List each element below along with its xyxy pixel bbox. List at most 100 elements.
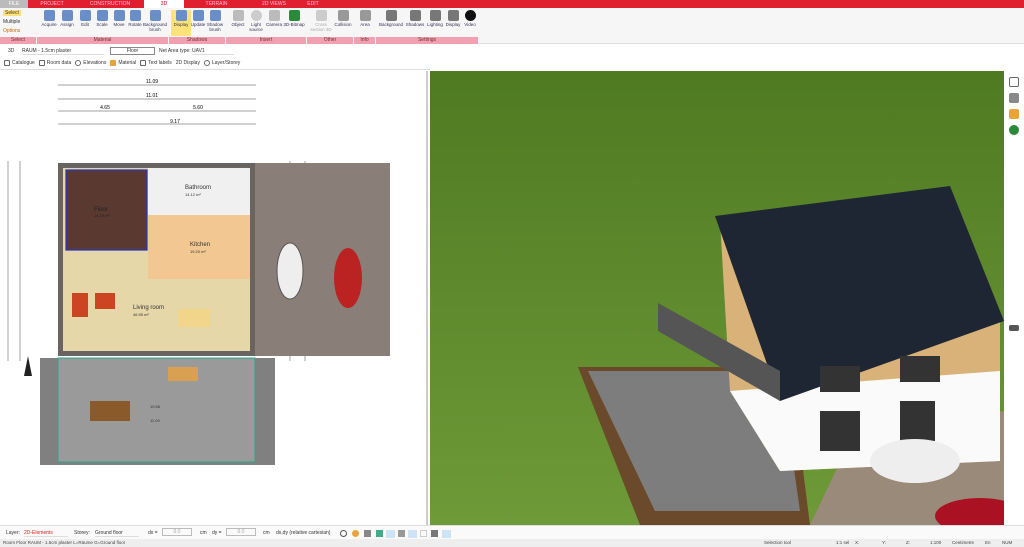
brush-icon [209, 10, 221, 21]
label: Acquire [41, 22, 57, 27]
property-bar: 3D RAUM - 1.5cm plaster Floor Net Area t… [0, 45, 430, 57]
house-icon [429, 10, 441, 21]
tab-project[interactable]: PROJECT [28, 0, 76, 8]
label: Elevations [83, 60, 107, 66]
label: Assign [60, 22, 74, 27]
room-name: Kitchen [190, 242, 210, 248]
grid-icon[interactable] [364, 530, 371, 537]
tab-terrain[interactable]: TERRAIN [184, 0, 249, 8]
chair-icon [232, 10, 244, 21]
book-icon [4, 60, 10, 66]
dim-label: 11.09 [150, 418, 160, 423]
edit-icon [79, 10, 91, 21]
material-select[interactable]: RAUM - 1.5cm plaster [22, 48, 104, 55]
background-button[interactable]: Background [378, 10, 404, 27]
video-button[interactable]: Video [460, 10, 480, 27]
text-labels-button[interactable]: Text labels [140, 60, 172, 66]
shadows-button[interactable]: Shadows [405, 10, 425, 27]
layer-storey-button[interactable]: Layer/Storey [203, 60, 240, 66]
bulb-icon [250, 10, 262, 21]
room-data-button[interactable]: Room data [38, 60, 71, 66]
floor-field[interactable]: Floor [110, 47, 155, 55]
2d-display-button[interactable]: 2D Display [176, 60, 200, 66]
angle-icon[interactable] [386, 530, 395, 538]
select-button[interactable]: Select [3, 10, 21, 16]
shadow-brush-button[interactable]: Shadow brush [205, 10, 225, 32]
tab-edit[interactable]: EDIT [299, 0, 327, 8]
coord-mode-select[interactable]: dx,dy (relative cartesian) [276, 530, 330, 536]
tab-2d-views[interactable]: 2D VIEWS [249, 0, 299, 8]
group-label: Settings [376, 37, 479, 44]
car-white [276, 242, 304, 300]
person-icon[interactable] [1009, 93, 1019, 103]
terrace-tiles [57, 357, 256, 463]
monitor-icon [447, 10, 459, 21]
background-brush-button[interactable]: Background brush [142, 10, 168, 32]
panel-toggle-icon[interactable] [1009, 325, 1019, 331]
unit-label: cm [263, 530, 270, 536]
dx-input[interactable]: 0.0 [162, 528, 192, 536]
hatch-icon[interactable] [398, 530, 405, 537]
tab-construction[interactable]: CONSTRUCTION [76, 0, 144, 8]
material-icon [110, 60, 117, 66]
label: Material [118, 60, 137, 66]
status-selection: 1:1 sel [836, 540, 850, 545]
cross-section-3d-button[interactable]: Cross section 3D [309, 10, 333, 32]
secondary-toolbar: Catalogue Room data Elevations Material … [0, 57, 430, 70]
3d-bitmap-button[interactable]: 3D-Bitmap [282, 10, 306, 27]
acquire-button[interactable]: Acquire [39, 10, 59, 27]
clock-icon[interactable] [340, 530, 347, 537]
k-icon[interactable] [442, 530, 451, 538]
material-button[interactable]: Material [110, 60, 136, 66]
floor-plan-drawing[interactable]: 11.09 11.01 4.65 5.60 9.17 Bathroom 14.1… [0, 71, 428, 525]
label: Collision [334, 22, 352, 27]
eyedropper-icon [43, 10, 55, 21]
tree-icon[interactable] [1009, 125, 1019, 135]
label: Video [464, 22, 476, 27]
car-red [334, 248, 362, 308]
label: Object [231, 22, 245, 27]
table-icon[interactable] [431, 530, 438, 537]
collision-button[interactable]: Collision [333, 10, 353, 27]
layer-select[interactable]: 2D-Elements [24, 530, 68, 537]
net-area-select[interactable]: UAV1 [192, 48, 234, 55]
lighting-button[interactable]: Lighting [425, 10, 445, 27]
multiple-button[interactable]: Multiple [3, 19, 20, 25]
assign-button[interactable]: Assign [57, 10, 77, 27]
catalogue-button[interactable]: Catalogue [4, 60, 35, 66]
collision-icon [337, 10, 349, 21]
3d-scene[interactable] [430, 71, 1004, 525]
tab-3d[interactable]: 3D [144, 0, 184, 8]
status-units: Centimetre [952, 540, 975, 545]
floor-plan-view[interactable]: 11.09 11.01 4.65 5.60 9.17 Bathroom 14.1… [0, 71, 428, 525]
eraser-icon[interactable] [408, 530, 417, 538]
layers-icon[interactable] [1009, 77, 1019, 87]
group-label: Shadows [169, 37, 226, 44]
dy-input[interactable]: 0.0 [226, 528, 256, 536]
material-icon[interactable] [1009, 109, 1019, 119]
driveway [255, 163, 390, 356]
group-label: Material [37, 37, 169, 44]
elevations-button[interactable]: Elevations [75, 60, 106, 66]
room-area: 14.34 m² [94, 213, 110, 218]
layers-icon [203, 60, 210, 66]
label: Background brush [142, 22, 168, 32]
material-icon[interactable] [376, 530, 383, 537]
options-button[interactable]: Options [3, 28, 20, 34]
object-button[interactable]: Object [228, 10, 248, 27]
storey-select[interactable]: Ground floor [95, 530, 139, 537]
dim-label: 4.65 [100, 105, 110, 111]
area-button[interactable]: Area [355, 10, 375, 27]
snap-icon[interactable] [352, 530, 359, 537]
3d-view[interactable] [430, 71, 1004, 525]
dx-label: dx = [148, 530, 158, 536]
camera-button[interactable]: Camera [264, 10, 284, 27]
status-scale: 1:100 [930, 540, 942, 545]
light-source-button[interactable]: Light source [246, 10, 266, 32]
tab-file[interactable]: FILE [0, 0, 28, 8]
group-shadows: Display Update Shadow brush Shadows [169, 8, 226, 44]
blank-icon[interactable] [420, 530, 427, 537]
status-x: X: [855, 540, 860, 545]
ribbon: Select Multiple Options Select Acquire A… [0, 8, 1024, 44]
move-icon [113, 10, 125, 21]
